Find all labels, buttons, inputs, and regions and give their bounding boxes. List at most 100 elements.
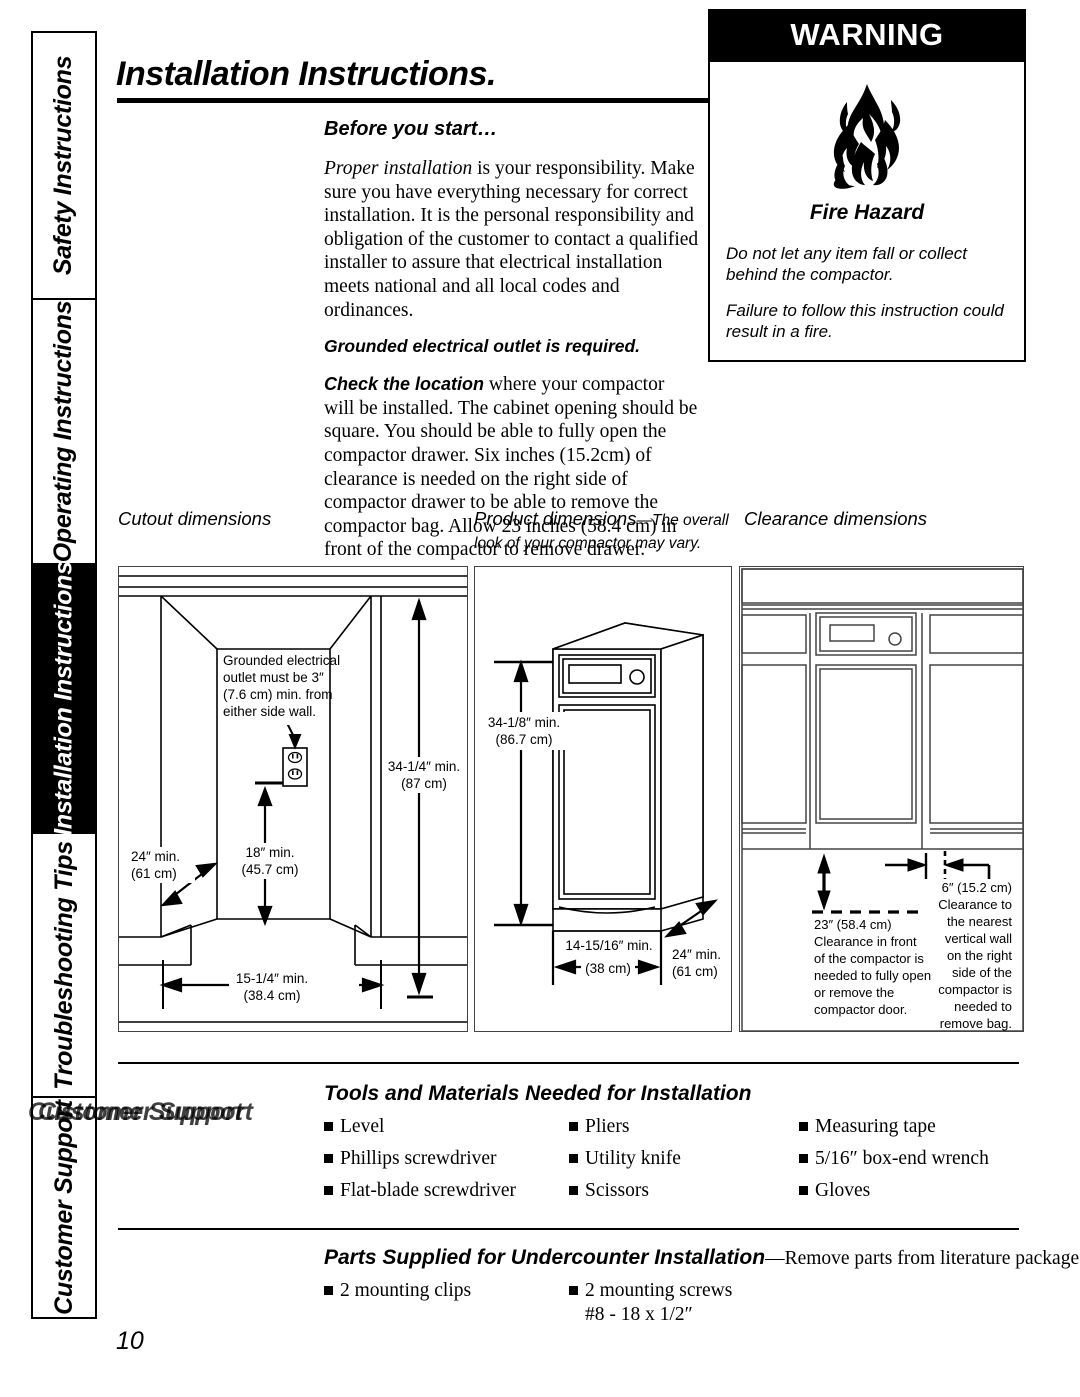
sidebar-tab-operating-instructions[interactable]: Operating Instructions: [33, 300, 95, 565]
svg-text:(7.6 cm) min. from: (7.6 cm) min. from: [223, 687, 333, 702]
parts-list: 2 mounting clips 2 mounting screws #8 - …: [324, 1280, 884, 1326]
svg-text:of the compactor is: of the compactor is: [814, 951, 924, 966]
svg-text:compactor door.: compactor door.: [814, 1002, 907, 1017]
intro-lead: Proper installation: [324, 158, 473, 179]
parts-section-divider: [118, 1228, 1019, 1230]
clearance-dimensions-diagram: 23″ (58.4 cm) Clearance in front of the …: [739, 566, 1024, 1032]
tool-item-label: Gloves: [815, 1180, 871, 1201]
clearance-side-note: 6″ (15.2 cm) Clearance to the nearest ve…: [938, 880, 1012, 1031]
page-title: Installation Instructions.: [116, 55, 496, 93]
svg-text:(61 cm): (61 cm): [131, 866, 177, 881]
svg-text:6″ (15.2 cm): 6″ (15.2 cm): [942, 880, 1012, 895]
product-dimensions-caption: Product dimensions—The overall look of y…: [474, 508, 730, 554]
tool-item: Pliers: [569, 1116, 799, 1138]
flame-icon: [833, 84, 901, 189]
tool-item: Scissors: [569, 1180, 799, 1202]
parts-section-title-bold: Parts Supplied for Undercounter Installa…: [324, 1246, 766, 1269]
square-bullet-icon: [799, 1154, 808, 1163]
square-bullet-icon: [569, 1122, 578, 1131]
svg-text:on the right: on the right: [947, 948, 1012, 963]
tools-section-title: Tools and Materials Needed for Installat…: [324, 1082, 752, 1105]
square-bullet-icon: [324, 1122, 333, 1131]
product-dimensions-caption-bold: Product dimensions: [474, 508, 637, 529]
svg-text:24″ min.: 24″ min.: [131, 849, 180, 864]
tool-item: Flat-blade screwdriver: [324, 1180, 569, 1202]
cutout-dimensions-diagram: Grounded electrical outlet must be 3″ (7…: [118, 566, 468, 1032]
clearance-dimensions-caption: Clearance dimensions: [744, 508, 928, 529]
square-bullet-icon: [799, 1186, 808, 1195]
tool-item-label: Level: [340, 1116, 385, 1137]
part-item: 2 mounting screws: [569, 1280, 884, 1302]
svg-text:(87 cm): (87 cm): [401, 776, 447, 791]
sidebar-tab-label: Troubleshooting Tips: [49, 840, 78, 1090]
tool-item: Level: [324, 1116, 569, 1138]
sidebar-tab-rail: Safety Instructions Operating Instructio…: [28, 31, 253, 1319]
sidebar-tab-label: Installation Instructions: [49, 561, 78, 836]
svg-text:vertical wall: vertical wall: [945, 931, 1012, 946]
svg-text:24″ min.: 24″ min.: [672, 947, 721, 962]
tool-item-label: Flat-blade screwdriver: [340, 1180, 516, 1201]
svg-text:outlet must be 3″: outlet must be 3″: [223, 670, 324, 685]
svg-text:needed to: needed to: [954, 999, 1012, 1014]
grounded-outlet-note: Grounded electrical outlet is required.: [324, 336, 641, 357]
svg-text:side of the: side of the: [952, 965, 1012, 980]
svg-text:the nearest: the nearest: [947, 914, 1012, 929]
svg-text:34-1/8″ min.: 34-1/8″ min.: [488, 715, 560, 730]
sidebar-tab-safety-instructions[interactable]: Safety Instructions: [33, 33, 95, 300]
part-item-cell: 2 mounting clips: [324, 1280, 569, 1326]
parts-section-title: Parts Supplied for Undercounter Installa…: [324, 1246, 1080, 1270]
warning-hazard-title: Fire Hazard: [809, 201, 925, 224]
intro-rest: is your responsibility. Make sure you ha…: [324, 158, 699, 321]
intro-paragraph: Proper installation is your responsibili…: [324, 157, 699, 322]
svg-text:compactor is: compactor is: [938, 982, 1012, 997]
warning-body: Fire Hazard Do not let any item fall or …: [710, 62, 1024, 360]
square-bullet-icon: [569, 1286, 578, 1295]
svg-text:Grounded electrical: Grounded electrical: [223, 653, 340, 668]
part-item-label: 2 mounting clips: [340, 1280, 472, 1301]
svg-text:or remove the: or remove the: [814, 985, 894, 1000]
square-bullet-icon: [799, 1122, 808, 1131]
svg-text:either side wall.: either side wall.: [223, 704, 316, 719]
electrical-outlet-icon: [282, 747, 308, 787]
page-content: Installation Instructions. Before you st…: [116, 0, 1080, 1397]
square-bullet-icon: [569, 1154, 578, 1163]
tool-item-label: Measuring tape: [815, 1116, 936, 1137]
warning-line-2: Failure to follow this instruction could…: [726, 301, 1004, 341]
svg-text:14-15/16″ min.: 14-15/16″ min.: [565, 938, 652, 953]
parts-section-title-tail: —Remove parts from literature package.: [765, 1248, 1080, 1269]
warning-box: WARNING Fire Hazard Do not let any item …: [708, 9, 1026, 362]
tool-item-label: Scissors: [585, 1180, 649, 1201]
flame-icon-wrapper: [726, 80, 1008, 197]
sidebar-tab-customer-support[interactable]: Customer Support Customer Support Custom…: [28, 1098, 253, 1317]
square-bullet-icon: [569, 1186, 578, 1195]
tools-list: Level Pliers Measuring tape Phillips scr…: [324, 1116, 1024, 1202]
tool-item: Gloves: [799, 1180, 1024, 1202]
square-bullet-icon: [324, 1286, 333, 1295]
cutout-dimensions-caption: Cutout dimensions: [118, 508, 272, 529]
product-dim-depth: 24″ min. (61 cm): [672, 947, 721, 979]
sidebar-tab-installation-instructions[interactable]: Installation Instructions: [33, 561, 95, 836]
sidebar-tab-label: Customer Support: [49, 1100, 78, 1315]
sidebar-tab-troubleshooting-tips[interactable]: Troubleshooting Tips: [33, 834, 95, 1098]
tool-item: Utility knife: [569, 1148, 799, 1170]
tool-item: 5/16″ box-end wrench: [799, 1148, 1024, 1170]
product-dimensions-diagram: 34-1/8″ min. (86.7 cm) 14-15/16″ min. (3…: [474, 566, 732, 1032]
tool-item-label: Phillips screwdriver: [340, 1148, 497, 1169]
tools-section-divider: [118, 1062, 1019, 1064]
tool-item-label: Pliers: [585, 1116, 630, 1137]
part-item-sublabel: #8 - 18 x 1/2″: [585, 1304, 693, 1325]
warning-line-1: Do not let any item fall or collect behi…: [726, 244, 967, 284]
svg-text:Clearance in front: Clearance in front: [814, 934, 917, 949]
page-number: 10: [116, 1327, 144, 1355]
clearance-front-note: 23″ (58.4 cm) Clearance in front of the …: [814, 917, 931, 1017]
svg-text:(38 cm): (38 cm): [585, 961, 631, 976]
sidebar-tab-label: Safety Instructions: [49, 55, 78, 276]
svg-text:18″ min.: 18″ min.: [245, 845, 294, 860]
square-bullet-icon: [324, 1186, 333, 1195]
svg-text:needed to fully open: needed to fully open: [814, 968, 931, 983]
part-item: 2 mounting clips: [324, 1280, 569, 1302]
svg-text:(38.4 cm): (38.4 cm): [243, 988, 300, 1003]
svg-text:(45.7 cm): (45.7 cm): [241, 862, 298, 877]
warning-header: WARNING: [710, 11, 1024, 62]
part-item-cell: 2 mounting screws #8 - 18 x 1/2″: [569, 1280, 884, 1326]
